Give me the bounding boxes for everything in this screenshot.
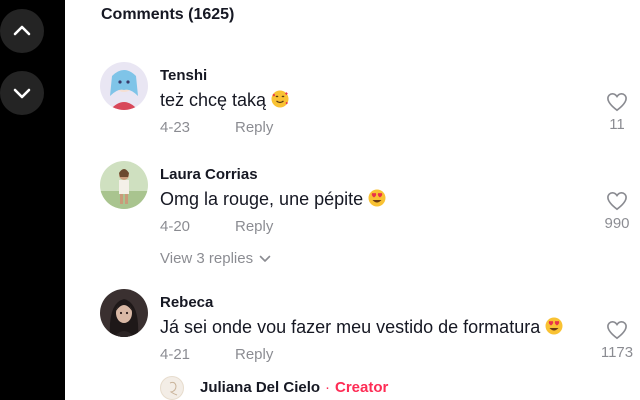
comment-text-content: Omg la rouge, une pépite [160, 189, 364, 209]
like-count: 11 [609, 116, 625, 133]
like-button[interactable]: 1173 [592, 320, 640, 361]
creator-reply: Juliana Del Cielo · Creator [160, 376, 460, 400]
view-replies-label: View 3 replies [160, 250, 254, 267]
heart-icon [607, 320, 627, 340]
comment-username[interactable]: Laura Corrias [160, 166, 258, 183]
comment-text: Já sei onde vou fazer meu vestido de for… [160, 316, 564, 338]
view-replies-button[interactable]: View 3 replies [160, 250, 271, 267]
comment-text-content: też chcę taką [160, 90, 267, 110]
heart-icon [607, 191, 627, 211]
avatar[interactable] [100, 289, 148, 337]
comments-panel: Comments (1625) Tenshi też chcę taką 4-2… [65, 0, 640, 400]
left-rail [0, 0, 65, 400]
avatar[interactable] [160, 376, 184, 400]
comment-text: Omg la rouge, une pépite [160, 188, 387, 210]
comment-date: 4-20 [160, 218, 191, 235]
comment-text: też chcę taką [160, 89, 290, 111]
like-count: 990 [604, 215, 630, 232]
heart-eyes-icon [368, 189, 386, 207]
chevron-down-icon [259, 255, 271, 262]
chevron-up-icon [13, 25, 31, 36]
avatar[interactable] [100, 161, 148, 209]
reply-button[interactable]: Reply [235, 119, 273, 136]
next-video-button[interactable] [0, 71, 44, 115]
comments-title: Comments (1625) [101, 6, 235, 23]
avatar[interactable] [100, 62, 148, 110]
heart-icon [607, 92, 627, 112]
reply-button[interactable]: Reply [235, 218, 273, 235]
comment-username[interactable]: Tenshi [160, 67, 207, 84]
previous-video-button[interactable] [0, 9, 44, 53]
comment-text-content: Já sei onde vou fazer meu vestido de for… [160, 317, 541, 337]
comment-date: 4-23 [160, 119, 191, 136]
chevron-down-icon [13, 88, 31, 99]
comment-date: 4-21 [160, 346, 191, 363]
comment-username[interactable]: Rebeca [160, 294, 213, 311]
like-count: 1173 [600, 344, 634, 361]
heart-eyes-icon [545, 317, 563, 335]
reply-username[interactable]: Juliana Del Cielo [200, 379, 320, 396]
like-button[interactable]: 11 [592, 92, 640, 133]
reply-button[interactable]: Reply [235, 346, 273, 363]
like-button[interactable]: 990 [592, 191, 640, 232]
separator-dot: · [325, 379, 330, 396]
creator-badge: Creator [335, 379, 389, 396]
smiling-face-with-hearts-icon [271, 90, 289, 108]
